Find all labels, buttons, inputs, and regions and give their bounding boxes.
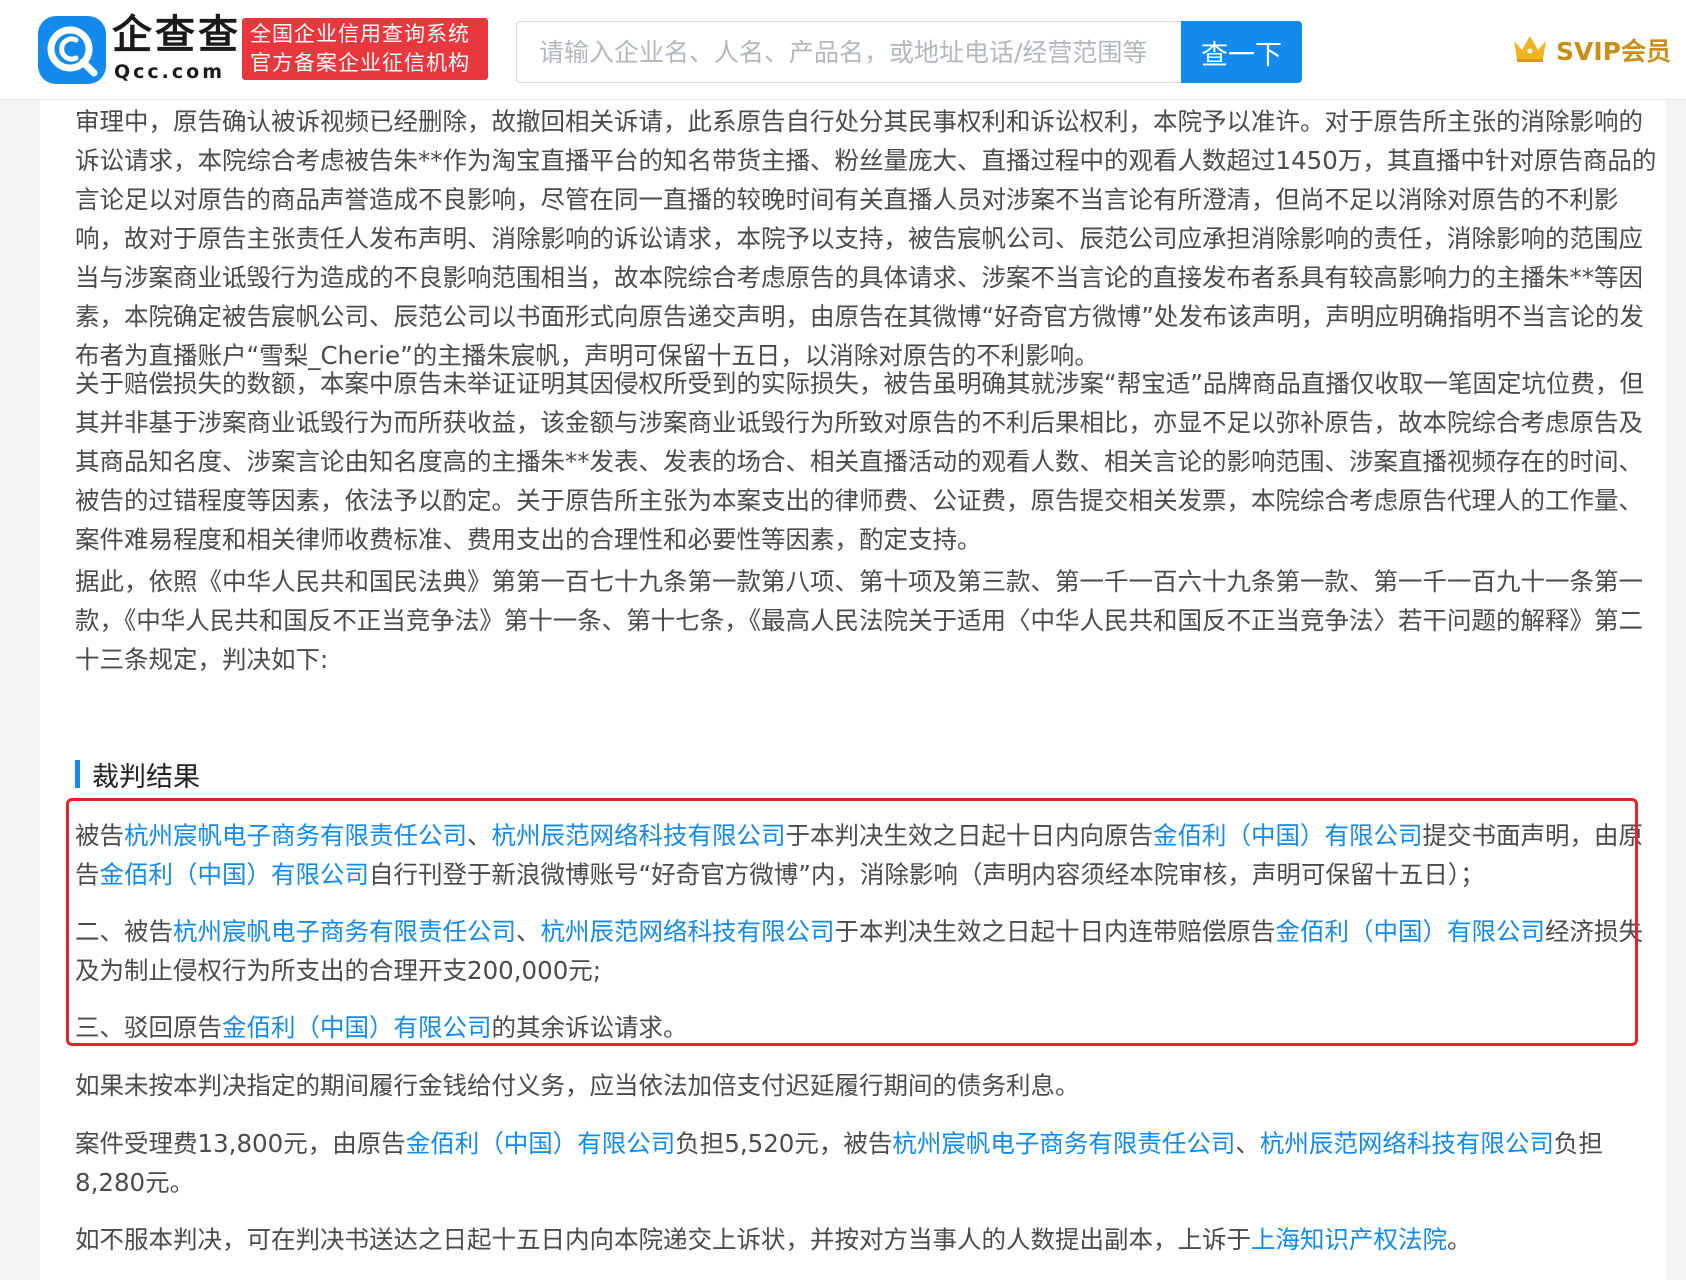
verdict-item-1: 被告杭州宸帆电子商务有限责任公司、杭州辰范网络科技有限公司于本判决生效之日起十日… xyxy=(75,816,1665,894)
svip-button[interactable]: SVIP会员 xyxy=(1512,30,1671,70)
search-button[interactable]: 查一下 xyxy=(1181,21,1302,83)
fees-separator: 、 xyxy=(1235,1129,1260,1158)
verdict-item-2: 二、被告杭州宸帆电子商务有限责任公司、杭州辰范网络科技有限公司于本判决生效之日起… xyxy=(75,912,1665,990)
defendant-link-chenfan-ecommerce[interactable]: 杭州宸帆电子商务有限责任公司 xyxy=(892,1129,1235,1158)
plaintiff-link-kimberly-clark[interactable]: 金佰利（中国）有限公司 xyxy=(100,860,370,889)
court-link-shanghai-ip[interactable]: 上海知识产权法院 xyxy=(1251,1225,1447,1254)
verdict-item-3: 三、驳回原告金佰利（中国）有限公司的其余诉讼请求。 xyxy=(75,1008,1665,1047)
paragraph-late-payment: 如果未按本判决指定的期间履行金钱给付义务，应当依法加倍支付迟延履行期间的债务利息… xyxy=(75,1071,1080,1100)
certification-badge: 全国企业信用查询系统 官方备案企业征信机构 xyxy=(242,18,488,80)
logo-domain: Qcc.com xyxy=(114,61,226,83)
verdict-1-text-1: 被告 xyxy=(75,821,124,850)
section-title: 裁判结果 xyxy=(75,756,200,793)
section-title-text: 裁判结果 xyxy=(92,761,200,793)
defendant-link-chenfan-network[interactable]: 杭州辰范网络科技有限公司 xyxy=(1260,1129,1554,1158)
plaintiff-link-kimberly-clark[interactable]: 金佰利（中国）有限公司 xyxy=(1153,821,1423,850)
verdict-1-separator: 、 xyxy=(467,821,492,850)
verdict-3-text-1: 三、驳回原告 xyxy=(75,1013,222,1042)
defendant-link-chenfan-network[interactable]: 杭州辰范网络科技有限公司 xyxy=(541,917,835,946)
verdict-2-separator: 、 xyxy=(516,917,541,946)
paragraph-appeal: 如不服本判决，可在判决书送达之日起十五日内向本院递交上诉状，并按对方当事人的人数… xyxy=(75,1220,1665,1259)
plaintiff-link-kimberly-clark[interactable]: 金佰利（中国）有限公司 xyxy=(222,1013,492,1042)
judgment-content-card: 审理中，原告确认被诉视频已经删除，故撤回相关诉请，此系原告自行处分其民事权利和诉… xyxy=(40,100,1666,1280)
verdict-1-text-4: 自行刊登于新浪微博账号“好奇官方微博”内，消除影响（声明内容须经本院审核，声明可… xyxy=(369,860,1485,889)
appeal-text-2: 。 xyxy=(1447,1225,1472,1254)
top-header: 企查查 Qcc.com 全国企业信用查询系统 官方备案企业征信机构 查一下 SV… xyxy=(0,0,1686,100)
logo-name[interactable]: 企查查 xyxy=(112,10,241,60)
plaintiff-link-kimberly-clark[interactable]: 金佰利（中国）有限公司 xyxy=(1276,917,1546,946)
fees-text-2: 负担5,520元，被告 xyxy=(675,1129,893,1158)
qcc-logo-icon[interactable] xyxy=(38,16,106,84)
badge-line-1: 全国企业信用查询系统 xyxy=(250,22,470,46)
badge-line-2: 官方备案企业征信机构 xyxy=(250,51,470,75)
plaintiff-link-kimberly-clark[interactable]: 金佰利（中国）有限公司 xyxy=(406,1129,676,1158)
appeal-text-1: 如不服本判决，可在判决书送达之日起十五日内向本院递交上诉状，并按对方当事人的人数… xyxy=(75,1225,1251,1254)
defendant-link-chenfan-ecommerce[interactable]: 杭州宸帆电子商务有限责任公司 xyxy=(124,821,467,850)
verdict-2-text-1: 二、被告 xyxy=(75,917,173,946)
verdict-2-text-2: 于本判决生效之日起十日内连带赔偿原告 xyxy=(834,917,1276,946)
defendant-link-chenfan-ecommerce[interactable]: 杭州宸帆电子商务有限责任公司 xyxy=(173,917,516,946)
crown-icon xyxy=(1512,33,1548,67)
verdict-3-text-2: 的其余诉讼请求。 xyxy=(491,1013,688,1042)
paragraph-legal-basis: 据此，依照《中华人民共和国民法典》第第一百七十九条第一款第八项、第十项及第三款、… xyxy=(75,567,1643,674)
paragraph-case-fees: 案件受理费13,800元，由原告金佰利（中国）有限公司负担5,520元，被告杭州… xyxy=(75,1124,1665,1202)
section-accent-bar xyxy=(75,760,80,788)
svip-label: SVIP会员 xyxy=(1556,37,1671,66)
defendant-link-chenfan-network[interactable]: 杭州辰范网络科技有限公司 xyxy=(492,821,786,850)
paragraph-eliminate-influence: 审理中，原告确认被诉视频已经删除，故撤回相关诉请，此系原告自行处分其民事权利和诉… xyxy=(75,107,1657,370)
fees-text-1: 案件受理费13,800元，由原告 xyxy=(75,1129,406,1158)
paragraph-compensation: 关于赔偿损失的数额，本案中原告未举证证明其因侵权所受到的实际损失，被告虽明确其就… xyxy=(75,369,1644,554)
search-input[interactable] xyxy=(516,21,1182,83)
verdict-1-text-2: 于本判决生效之日起十日内向原告 xyxy=(785,821,1154,850)
